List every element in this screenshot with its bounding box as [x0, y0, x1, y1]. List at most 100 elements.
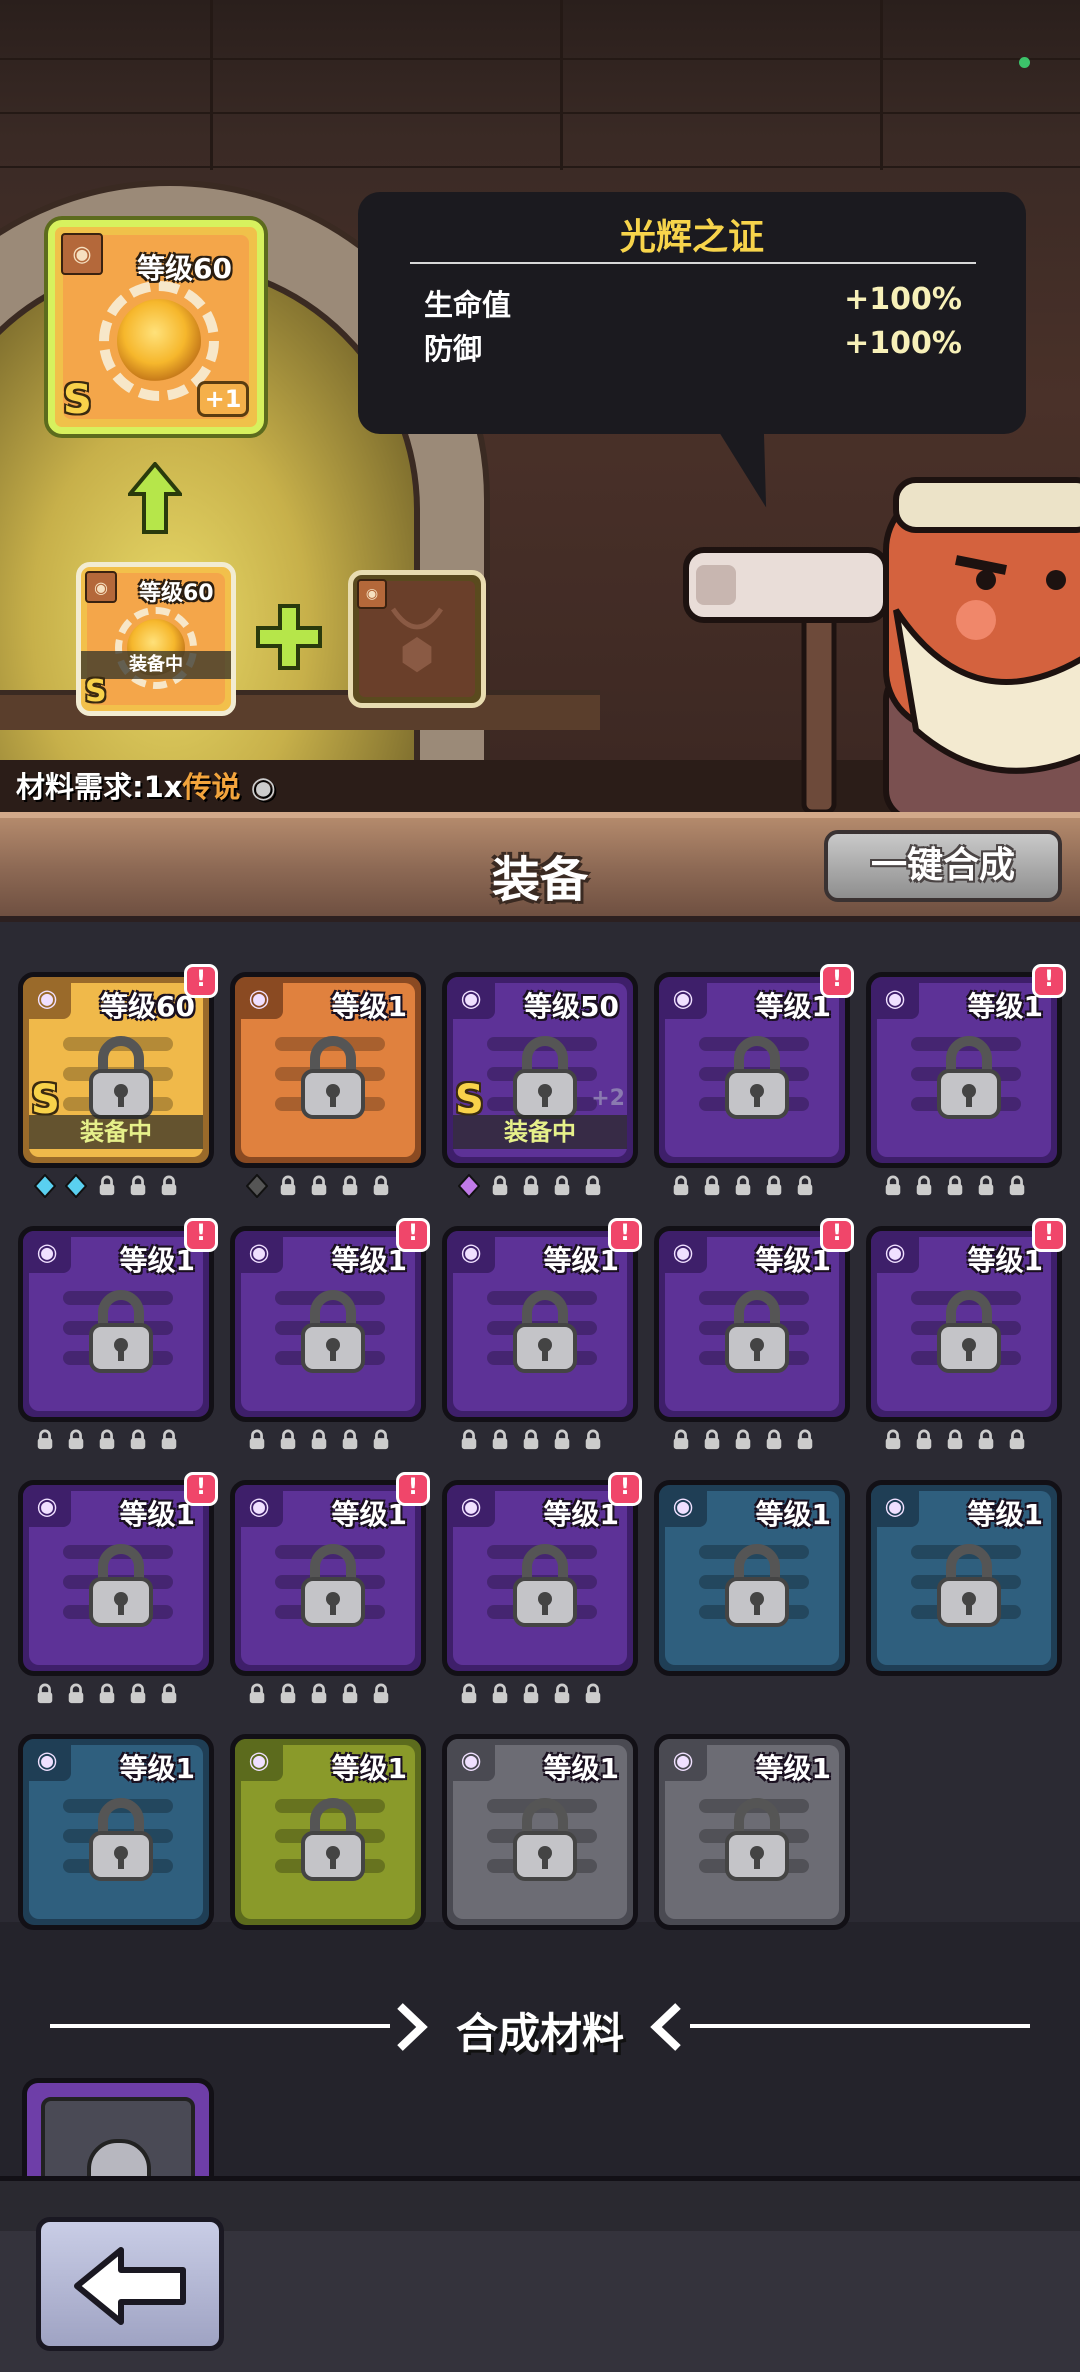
- necklace-icon: ◉: [235, 1485, 283, 1527]
- inventory-slot[interactable]: ◉ 等级1: [866, 1480, 1062, 1676]
- item-level: 等级50: [524, 990, 619, 1023]
- necklace-icon: ◉: [447, 1485, 495, 1527]
- socket-lock-icon: [339, 1682, 361, 1706]
- stat-name-hp: 生命值: [424, 288, 512, 322]
- inventory-slot[interactable]: ◉ 等级1: [654, 972, 850, 1168]
- socket-row: [882, 1174, 1028, 1204]
- new-alert-badge: !: [396, 1472, 430, 1506]
- lock-icon: [725, 1544, 789, 1627]
- lock-icon: [937, 1036, 1001, 1119]
- socket-lock-icon: [944, 1428, 966, 1452]
- necklace-icon: ◉: [235, 1231, 283, 1273]
- medal-icon: [117, 299, 201, 383]
- inventory-slot[interactable]: ◉ 等级1: [18, 1480, 214, 1676]
- result-item-plus: +1: [197, 381, 249, 417]
- item-level: 等级1: [755, 1752, 831, 1785]
- inventory-slot[interactable]: ◉ 等级1: [230, 1226, 426, 1422]
- inventory-slot[interactable]: ◉ 等级1: [230, 1480, 426, 1676]
- necklace-icon: ◉: [23, 1231, 71, 1273]
- result-item-card[interactable]: ◉ 等级60 S +1: [48, 220, 264, 434]
- socket-lock-icon: [158, 1682, 180, 1706]
- socket-lock-icon: [489, 1174, 511, 1198]
- socket-lock-icon: [582, 1682, 604, 1706]
- necklace-icon: ◉: [659, 1231, 707, 1273]
- socket-lock-icon: [277, 1428, 299, 1452]
- socket-row: [458, 1174, 604, 1204]
- socket-lock-icon: [246, 1428, 268, 1452]
- socket-lock-icon: [370, 1682, 392, 1706]
- socket-lock-icon: [308, 1174, 330, 1198]
- source-item-card[interactable]: ◉ 等级60 装备中 S: [76, 562, 236, 716]
- socket-lock-icon: [882, 1428, 904, 1452]
- stat-value-defense: +100%: [844, 326, 962, 361]
- socket-lock-icon: [246, 1682, 268, 1706]
- material-section-title: 合成材料: [455, 2009, 624, 2058]
- inventory-slot[interactable]: ◉ 等级1: [230, 972, 426, 1168]
- socket-lock-icon: [127, 1682, 149, 1706]
- necklace-icon: ◉: [871, 1485, 919, 1527]
- socket-lock-icon: [794, 1428, 816, 1452]
- inventory-slot[interactable]: ◉ 等级1: [18, 1734, 214, 1930]
- socket-lock-icon: [277, 1682, 299, 1706]
- equipment-header: 装备 一键合成: [0, 812, 1080, 922]
- socket-lock-icon: [65, 1682, 87, 1706]
- socket-lock-icon: [34, 1682, 56, 1706]
- necklace-icon: ◉: [447, 977, 495, 1019]
- inventory-slot[interactable]: ◉ 等级1: [230, 1734, 426, 1930]
- inventory-slot[interactable]: ◉ 等级1: [442, 1734, 638, 1930]
- lock-icon: [89, 1798, 153, 1881]
- inventory-slot[interactable]: ◉ 等级1: [866, 972, 1062, 1168]
- inventory-slot[interactable]: ◉ 等级60 S 装备中: [18, 972, 214, 1168]
- socket-lock-icon: [127, 1174, 149, 1198]
- socket-lock-icon: [913, 1428, 935, 1452]
- socket-row: [670, 1174, 816, 1204]
- socket-lock-icon: [520, 1682, 542, 1706]
- lock-icon: [89, 1290, 153, 1373]
- new-alert-badge: !: [184, 1218, 218, 1252]
- inventory-slot[interactable]: ◉ 等级1: [442, 1480, 638, 1676]
- socket-lock-icon: [520, 1174, 542, 1198]
- lock-icon: [725, 1798, 789, 1881]
- socket-row: [246, 1174, 392, 1204]
- material-item-card[interactable]: [22, 2078, 214, 2188]
- lock-icon: [89, 1544, 153, 1627]
- socket-lock-icon: [339, 1174, 361, 1198]
- socket-row: [458, 1428, 604, 1458]
- gem-icon: [65, 1174, 87, 1198]
- socket-lock-icon: [370, 1428, 392, 1452]
- item-level: 等级1: [331, 1752, 407, 1785]
- material-requirement: 材料需求:1x传说 ◉: [16, 764, 276, 806]
- lock-icon: [301, 1798, 365, 1881]
- socket-lock-icon: [551, 1682, 573, 1706]
- new-alert-badge: !: [608, 1472, 642, 1506]
- inventory-slot[interactable]: ◉ 等级50 S 装备中 +2: [442, 972, 638, 1168]
- socket-lock-icon: [1006, 1428, 1028, 1452]
- inventory-slot[interactable]: ◉ 等级1: [442, 1226, 638, 1422]
- socket-lock-icon: [127, 1428, 149, 1452]
- result-item-rank: S: [63, 377, 92, 423]
- new-alert-badge: !: [1032, 964, 1066, 998]
- socket-lock-icon: [158, 1428, 180, 1452]
- stat-value-hp: +100%: [844, 282, 962, 317]
- necklace-icon: ◉: [23, 1485, 71, 1527]
- socket-lock-icon: [1006, 1174, 1028, 1198]
- back-button[interactable]: [36, 2217, 224, 2351]
- lock-icon: [513, 1798, 577, 1881]
- lock-icon: [301, 1290, 365, 1373]
- auto-merge-button[interactable]: 一键合成: [824, 830, 1062, 902]
- inventory-slot[interactable]: ◉ 等级1: [654, 1734, 850, 1930]
- inventory-slot[interactable]: ◉ 等级1: [866, 1226, 1062, 1422]
- necklace-icon: ◉: [23, 977, 71, 1019]
- socket-lock-icon: [34, 1428, 56, 1452]
- inventory-slot[interactable]: ◉ 等级1: [18, 1226, 214, 1422]
- new-alert-badge: !: [184, 1472, 218, 1506]
- socket-lock-icon: [763, 1174, 785, 1198]
- material-slot[interactable]: ◉: [348, 570, 486, 708]
- inventory-slot[interactable]: ◉ 等级1: [654, 1480, 850, 1676]
- gem-icon: [34, 1174, 56, 1198]
- socket-row: [458, 1682, 604, 1712]
- inventory-slot[interactable]: ◉ 等级1: [654, 1226, 850, 1422]
- item-level: 等级1: [967, 1498, 1043, 1531]
- necklace-icon: ◉: [447, 1231, 495, 1273]
- socket-lock-icon: [763, 1428, 785, 1452]
